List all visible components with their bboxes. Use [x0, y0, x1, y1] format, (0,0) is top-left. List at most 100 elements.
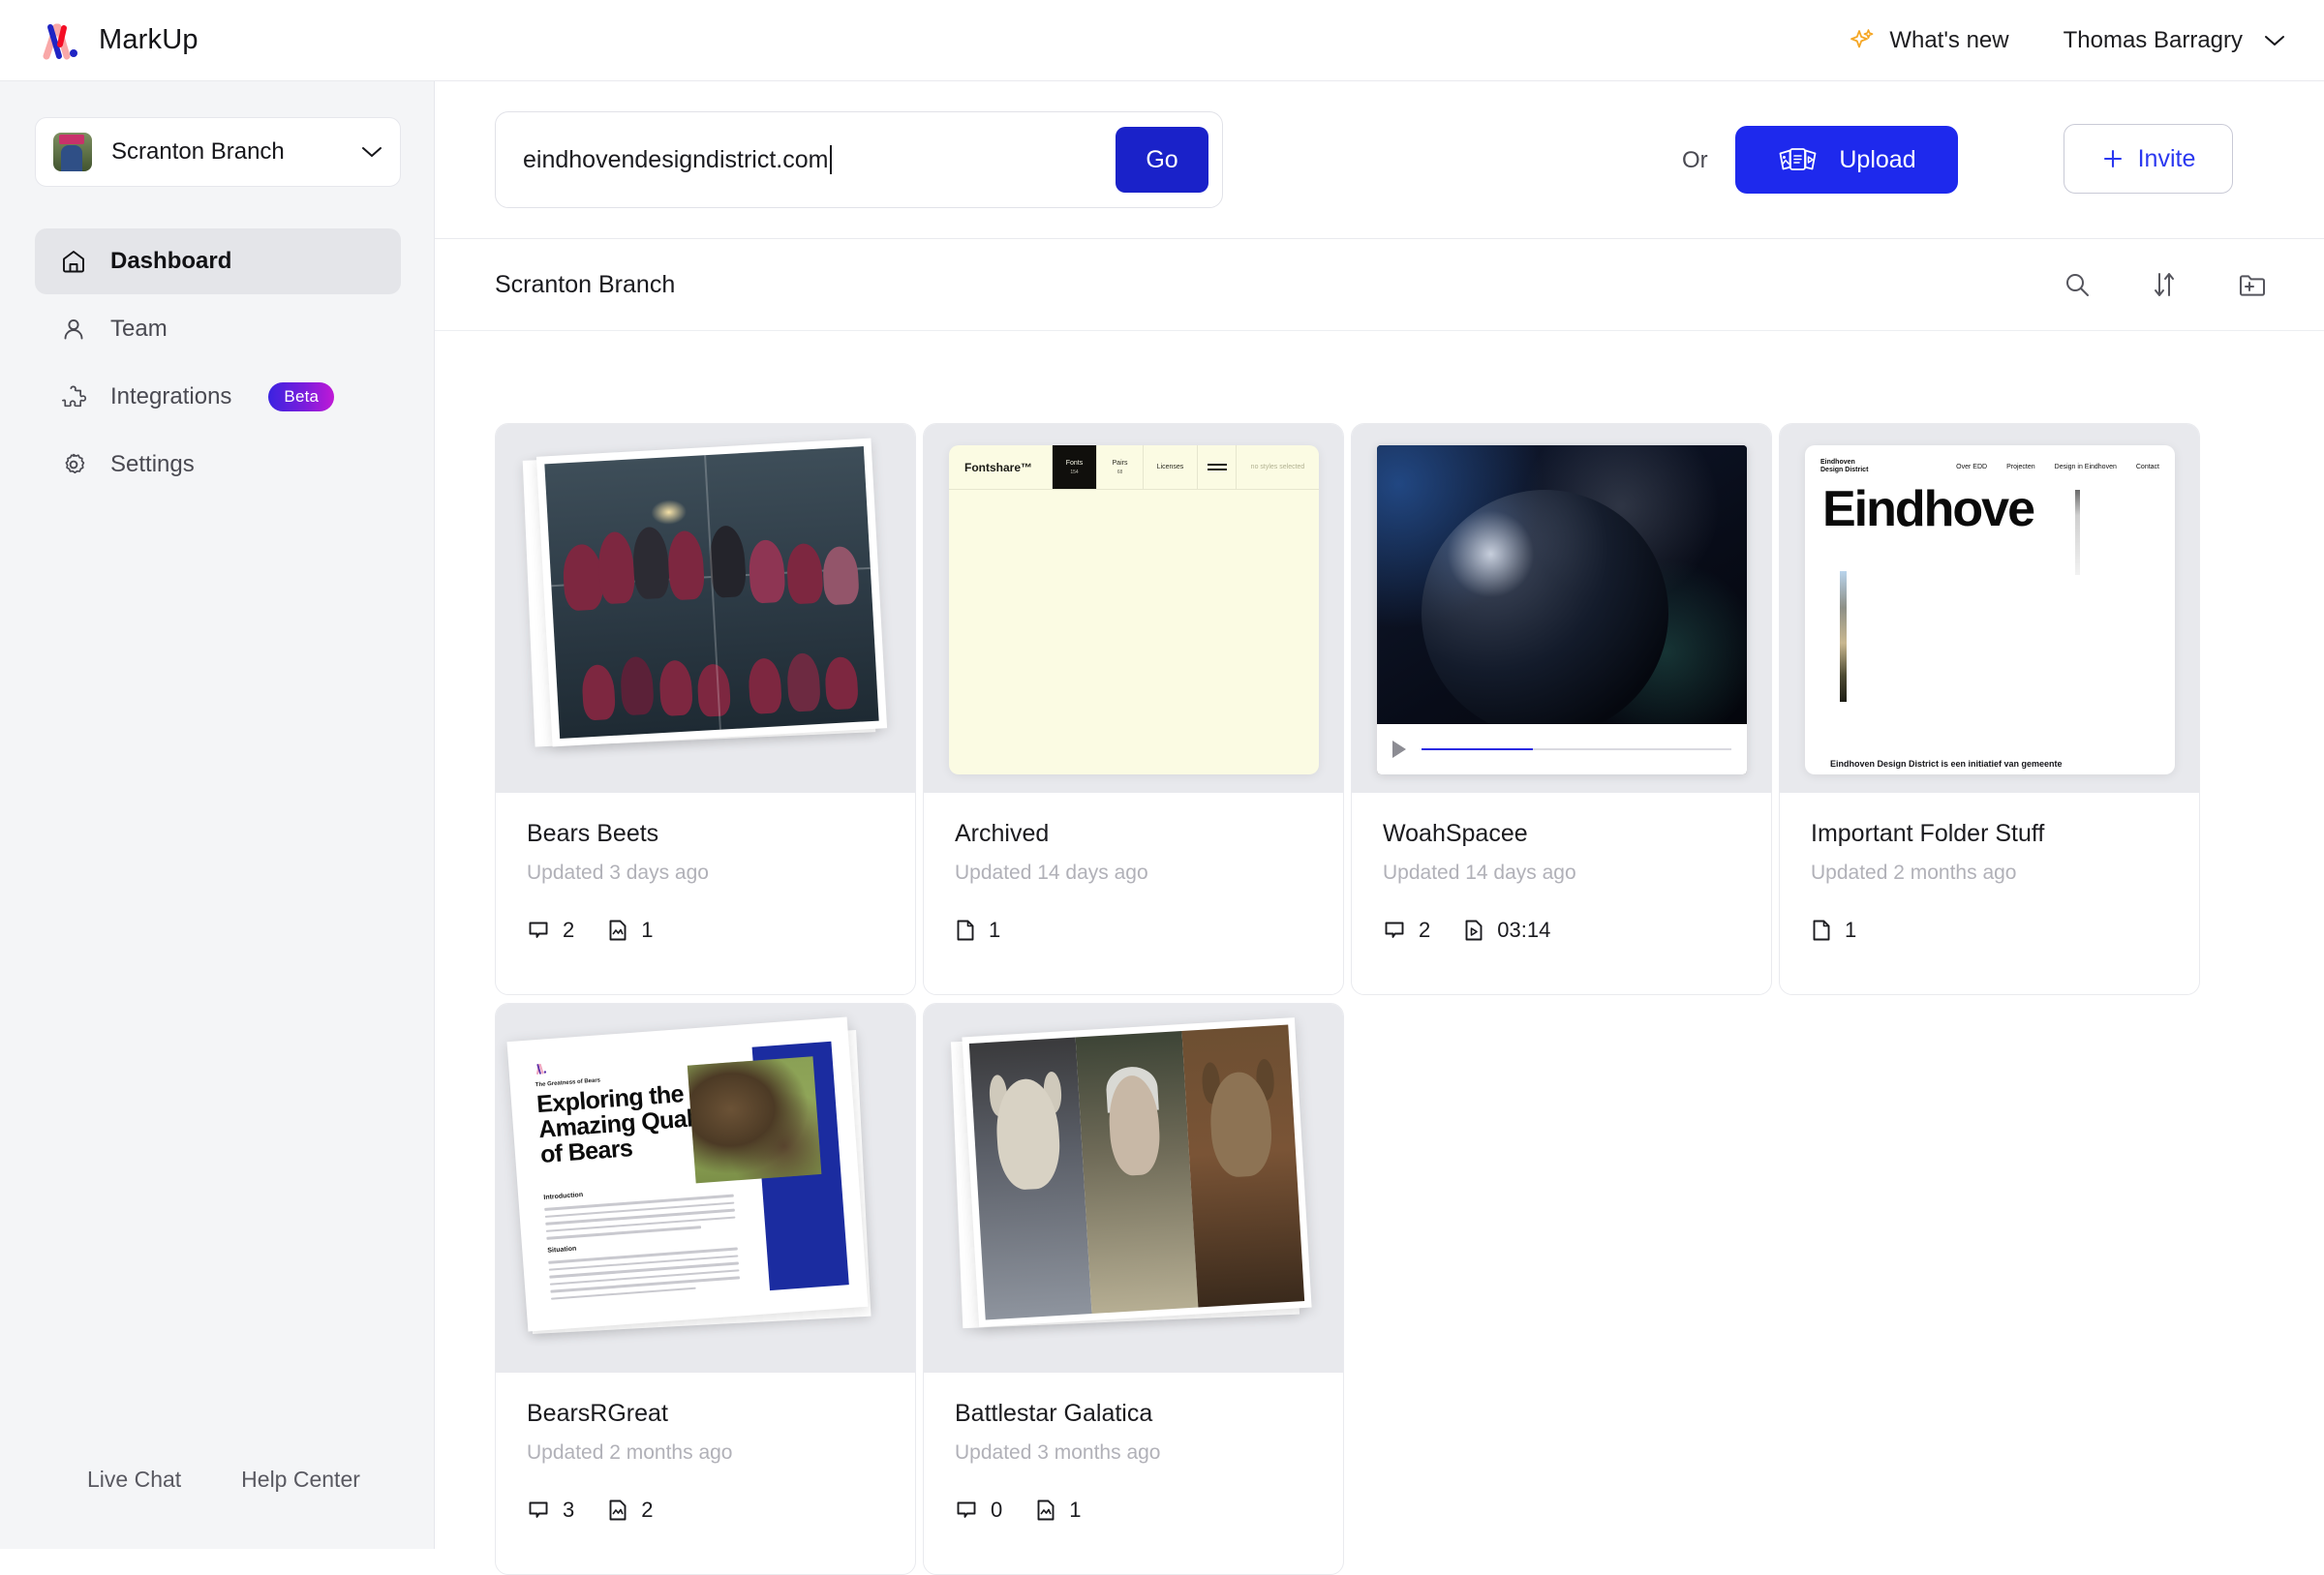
eindhoven-website-preview: Eindhoven Design District Over EDD Proje… — [1805, 445, 2175, 774]
brand-name: MarkUp — [99, 24, 199, 55]
photo-stack-front — [535, 438, 888, 747]
photo-stack-front — [962, 1017, 1312, 1327]
url-input[interactable]: eindhovendesigndistrict.com — [523, 145, 1116, 174]
status-badge: Beta — [268, 382, 335, 411]
workspace-selector[interactable]: Scranton Branch — [35, 117, 401, 187]
document-stack-front: The Greatness of Bears Exploring the Ama… — [506, 1016, 869, 1332]
help-center-link[interactable]: Help Center — [241, 1467, 360, 1493]
avatar — [53, 133, 92, 171]
video-player-bar[interactable] — [1377, 724, 1747, 774]
comment-value: 0 — [991, 1498, 1003, 1522]
invite-button[interactable]: Invite — [2064, 124, 2233, 194]
asset-value: 1 — [641, 918, 654, 942]
page-icon — [1811, 919, 1832, 942]
card-thumbnail — [924, 1004, 1343, 1373]
card-updated: Updated 2 months ago — [527, 1441, 733, 1464]
site-image-strip-left — [1840, 571, 1847, 702]
site-tab-count: 68 — [1116, 469, 1123, 475]
content-header: Scranton Branch — [435, 239, 2324, 331]
markup-logo-icon — [534, 1062, 547, 1075]
asset-count: 1 — [607, 918, 654, 943]
image-file-icon — [607, 919, 628, 942]
card-title: Bears Beets — [527, 820, 659, 847]
comment-icon — [1383, 919, 1406, 942]
sidebar-footer: Live Chat Help Center — [87, 1467, 360, 1493]
site-image-strip-right — [2075, 490, 2080, 575]
media-cards-icon — [1777, 145, 1819, 174]
card-thumbnail: The Greatness of Bears Exploring the Ama… — [496, 1004, 915, 1373]
card-meta: 2 1 — [496, 885, 915, 943]
sidebar-item-label: Settings — [110, 451, 195, 477]
site-nav: Eindhoven Design District Over EDD Proje… — [1805, 445, 2175, 474]
new-folder-icon[interactable] — [2237, 270, 2268, 299]
comment-icon — [527, 1499, 550, 1522]
card-meta: 3 2 — [496, 1465, 915, 1523]
user-menu[interactable]: Thomas Barragry — [2064, 27, 2285, 54]
page-title: Scranton Branch — [495, 270, 676, 298]
site-logo: Fontshare™ — [964, 460, 1033, 474]
whats-new-button[interactable]: What's new — [1849, 27, 2009, 54]
space-video-preview — [1377, 445, 1747, 774]
sort-icon[interactable] — [2150, 270, 2179, 299]
video-progress-fill — [1422, 748, 1534, 750]
sidebar-item-team[interactable]: Team — [35, 296, 401, 362]
top-bar-right: What's new Thomas Barragry — [1849, 27, 2285, 54]
content-tools — [2063, 270, 2268, 299]
comment-count: 2 — [1383, 918, 1430, 943]
site-tab-fonts: Fonts 154 — [1052, 445, 1096, 489]
card-body: Important Folder Stuff Updated 2 months … — [1780, 793, 2199, 885]
site-links: Over EDD Projecten Design in Eindhoven C… — [1956, 464, 2159, 470]
card-updated: Updated 3 days ago — [527, 862, 709, 884]
url-input-wrapper[interactable]: eindhovendesigndistrict.com Go — [495, 111, 1223, 208]
sidebar-item-dashboard[interactable]: Dashboard — [35, 228, 401, 294]
page-value: 1 — [1845, 918, 1857, 942]
card-body: WoahSpacee Updated 14 days ago — [1352, 793, 1771, 885]
card-important-folder-stuff[interactable]: Eindhoven Design District Over EDD Proje… — [1779, 423, 2200, 995]
brand[interactable]: MarkUp — [37, 21, 199, 60]
card-battlestar-galatica[interactable]: Battlestar Galatica Updated 3 months ago… — [923, 1003, 1344, 1575]
comment-value: 2 — [563, 918, 575, 942]
card-bears-beets[interactable]: Bears Beets Updated 3 days ago 2 1 — [495, 423, 916, 995]
page-count: 1 — [1811, 918, 1856, 943]
chevron-down-icon — [361, 145, 382, 159]
site-headline: Eindhove — [1822, 481, 2035, 538]
url-input-value: eindhovendesigndistrict.com — [523, 145, 829, 173]
site-tab-pairs: Pairs 68 — [1096, 445, 1143, 489]
document-section-heading: Introduction — [543, 1191, 584, 1201]
comment-icon — [955, 1499, 978, 1522]
card-updated: Updated 3 months ago — [955, 1441, 1161, 1464]
page-count: 1 — [955, 918, 1000, 943]
site-tab-label: Fonts — [1065, 459, 1084, 467]
sidebar-item-integrations[interactable]: Integrations Beta — [35, 364, 401, 430]
play-icon[interactable] — [1392, 741, 1406, 758]
cards-grid: Bears Beets Updated 3 days ago 2 1 Fonts… — [435, 331, 2324, 1575]
comment-value: 3 — [563, 1498, 575, 1522]
portrait-man — [1075, 1030, 1199, 1315]
card-woahspacee[interactable]: WoahSpacee Updated 14 days ago 2 03:14 — [1351, 423, 1772, 995]
sidebar: Scranton Branch Dashboard Team Integrati… — [0, 81, 435, 1549]
site-logo-line2: Design District — [1820, 467, 1869, 474]
card-body: Battlestar Galatica Updated 3 months ago — [924, 1373, 1343, 1465]
site-nav: Fontshare™ Fonts 154 Pairs 68 Licenses n… — [949, 445, 1319, 490]
sidebar-item-settings[interactable]: Settings — [35, 432, 401, 498]
card-thumbnail — [1352, 424, 1771, 793]
site-footer-text: Eindhoven Design District is een initiat… — [1830, 759, 2063, 769]
duration: 03:14 — [1463, 918, 1550, 943]
card-bearsrgreat[interactable]: The Greatness of Bears Exploring the Ama… — [495, 1003, 916, 1575]
card-title: Important Folder Stuff — [1811, 820, 2045, 847]
markup-logo-icon — [37, 21, 81, 60]
user-icon — [60, 316, 87, 343]
site-link: Projecten — [2006, 463, 2035, 470]
live-chat-link[interactable]: Live Chat — [87, 1467, 181, 1493]
site-tab-label: Pairs — [1112, 459, 1128, 467]
site-tab-licenses: Licenses — [1143, 445, 1197, 489]
video-progress-track[interactable] — [1422, 748, 1731, 750]
go-button[interactable]: Go — [1116, 127, 1208, 193]
search-icon[interactable] — [2063, 270, 2092, 299]
site-logo-line1: Eindhoven — [1820, 459, 1855, 466]
video-file-icon — [1463, 919, 1484, 942]
card-updated: Updated 2 months ago — [1811, 862, 2017, 884]
card-archived[interactable]: Fontshare™ Fonts 154 Pairs 68 Licenses n… — [923, 423, 1344, 995]
document-section-heading: Situation — [547, 1245, 577, 1255]
upload-button[interactable]: Upload — [1735, 126, 1958, 194]
